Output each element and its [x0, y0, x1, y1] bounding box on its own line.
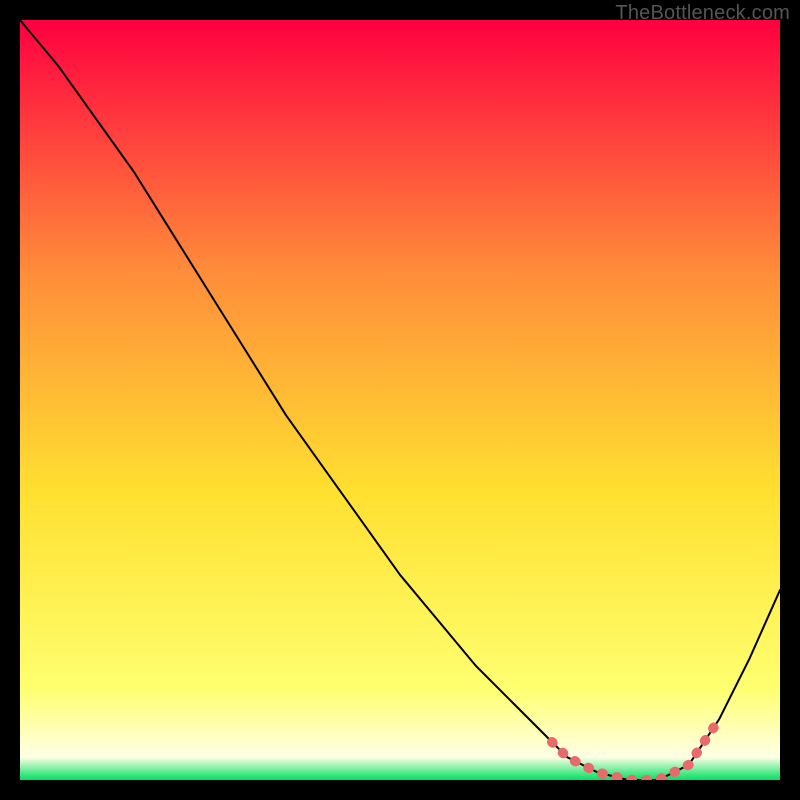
plot-area	[20, 20, 780, 780]
chart-svg	[20, 20, 780, 780]
gradient-background	[20, 20, 780, 780]
chart-container: TheBottleneck.com	[0, 0, 800, 800]
